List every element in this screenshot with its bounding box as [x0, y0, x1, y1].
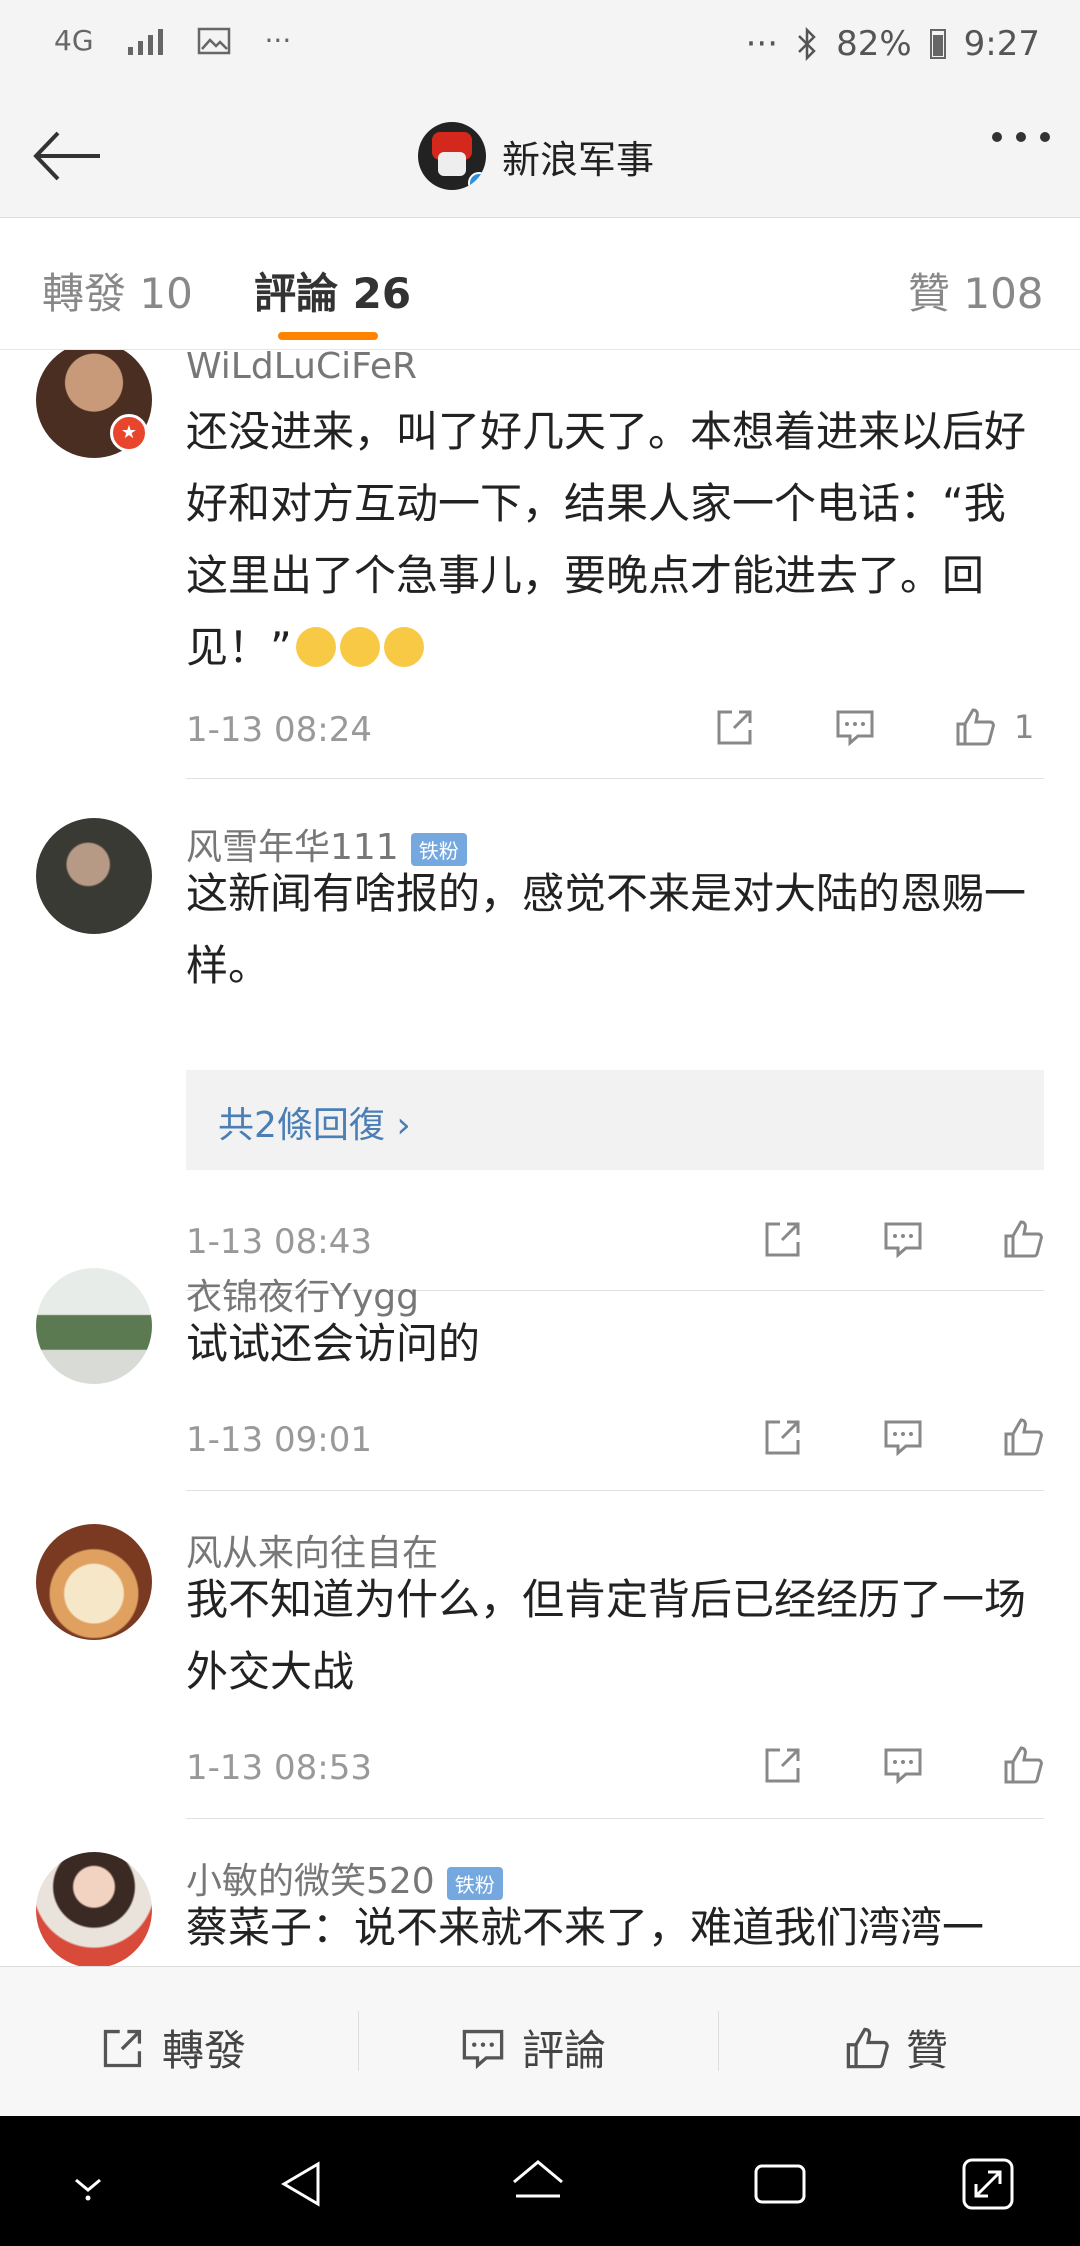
- badge-icon: ★: [110, 414, 148, 452]
- active-tab-indicator: [278, 332, 378, 340]
- like-button[interactable]: [1002, 1416, 1044, 1458]
- dot-icon: [992, 132, 1002, 142]
- triangle-back-icon: [281, 2161, 320, 2207]
- comment-text: 这新闻有啥报的，感觉不来是对大陆的恩赐一样。: [186, 869, 1027, 990]
- home-icon: [513, 2160, 563, 2198]
- arrow-left-icon: [33, 131, 100, 181]
- replies-count: 共2條回復 ›: [218, 1105, 411, 1146]
- share-icon: [765, 1748, 800, 1783]
- avatar[interactable]: [36, 1524, 152, 1640]
- image-icon: [197, 27, 230, 54]
- repost-button[interactable]: 轉發: [100, 2017, 246, 2078]
- like-button[interactable]: [1002, 1744, 1044, 1786]
- system-navigation-bar: [0, 2116, 1080, 2246]
- comment-text: 蔡菜子：说不来就不来了，难道我们湾湾一: [186, 1903, 985, 1952]
- battery-icon: [929, 29, 946, 59]
- share-button[interactable]: [762, 1744, 804, 1786]
- comment-time: 1-13 08:43: [186, 1222, 372, 1262]
- account-avatar: v: [418, 122, 486, 190]
- nav-recents-button[interactable]: [750, 2154, 810, 2214]
- nav-home-button[interactable]: [508, 2154, 568, 2214]
- thumbs-up-icon: [1004, 1746, 1043, 1784]
- tab-repost[interactable]: 轉發 10: [42, 260, 193, 321]
- share-button[interactable]: [762, 1218, 804, 1260]
- hide-keyboard-button[interactable]: [58, 2154, 118, 2214]
- comment-icon: [884, 1222, 922, 1259]
- comment-text: 我不知道为什么，但肯定背后已经经历了一场外交大战: [186, 1575, 1027, 1696]
- share-button[interactable]: [714, 706, 756, 748]
- signal-icon: [127, 27, 163, 55]
- nav-fullscreen-button[interactable]: [958, 2154, 1018, 2214]
- divider: [186, 778, 1044, 779]
- comment-icon: [884, 1748, 922, 1785]
- like-count: 1: [1014, 708, 1035, 746]
- reply-button[interactable]: [834, 706, 876, 748]
- share-button[interactable]: [762, 1416, 804, 1458]
- battery-percent: 82%: [836, 24, 912, 64]
- like-button[interactable]: 1: [954, 706, 1044, 748]
- recents-icon: [754, 2164, 806, 2204]
- tab-likes[interactable]: 贊 108: [908, 260, 1044, 321]
- more-status: ···: [745, 24, 779, 64]
- avatar[interactable]: [36, 1268, 152, 1384]
- bottom-action-bar: 轉發 評論 贊: [0, 1966, 1080, 2116]
- comment-button[interactable]: 評論: [460, 2017, 606, 2078]
- back-button[interactable]: [28, 116, 108, 196]
- like-button[interactable]: 贊: [844, 2017, 948, 2078]
- comment-text: 还没进来，叫了好几天了。本想着进来以后好好和对方互动一下，结果人家一个电话：“我…: [186, 407, 1027, 672]
- bluetooth-icon: [798, 27, 816, 61]
- eye-roll-emoji-icon: [295, 626, 336, 667]
- account-title[interactable]: v 新浪军事: [418, 116, 654, 196]
- avatar[interactable]: [36, 818, 152, 934]
- eye-roll-emoji-icon: [339, 626, 380, 667]
- thumbs-up-icon: [846, 2027, 889, 2068]
- share-icon: [765, 1420, 800, 1455]
- tab-comments[interactable]: 評論 26: [254, 260, 411, 321]
- thumbs-up-icon: [1004, 1418, 1043, 1456]
- avatar[interactable]: [36, 1852, 152, 1966]
- thumbs-up-icon: [956, 708, 995, 746]
- share-icon: [765, 1222, 800, 1257]
- comment-icon: [884, 1420, 922, 1457]
- expand-icon: [962, 2158, 1014, 2210]
- comment-text: 试试还会访问的: [186, 1319, 481, 1368]
- more-options-button[interactable]: [992, 132, 1050, 142]
- dot-icon: [1040, 132, 1050, 142]
- comment-icon: [836, 710, 874, 747]
- reply-button[interactable]: [882, 1744, 924, 1786]
- thumbs-up-icon: [1004, 1220, 1043, 1258]
- comment-icon: [462, 2029, 504, 2069]
- comment-time: 1-13 08:53: [186, 1748, 372, 1788]
- verified-icon: v: [468, 172, 486, 190]
- like-button[interactable]: [1002, 1218, 1044, 1260]
- divider: [358, 2011, 359, 2071]
- share-icon: [717, 710, 752, 745]
- top-app-bar: v 新浪军事: [0, 92, 1080, 218]
- tab-bar: 轉發 10 評論 26 贊 108: [0, 218, 1080, 350]
- page-title: 新浪军事: [502, 137, 655, 182]
- reply-button[interactable]: [882, 1218, 924, 1260]
- reply-button[interactable]: [882, 1416, 924, 1458]
- nav-back-button[interactable]: [272, 2154, 332, 2214]
- comment-time: 1-13 08:24: [186, 710, 372, 750]
- dot-icon: [1016, 132, 1026, 142]
- comment-list[interactable]: ★ WiLdLuCiFeR 还没进来，叫了好几天了。本想着进来以后好好和对方互动…: [0, 350, 1080, 1966]
- share-icon: [103, 2029, 142, 2067]
- comment-time: 1-13 09:01: [186, 1420, 372, 1460]
- divider: [718, 2011, 719, 2071]
- eye-roll-emoji-icon: [383, 626, 424, 667]
- comment-author[interactable]: WiLdLuCiFeR: [186, 350, 417, 387]
- status-bar: 4G ··· ··· 82% 9:27: [0, 0, 1080, 92]
- clock: 9:27: [963, 24, 1040, 64]
- divider: [186, 1490, 1044, 1491]
- more-notifications: ···: [264, 24, 292, 57]
- chevron-down-icon: [75, 2178, 101, 2201]
- replies-link[interactable]: 共2條回復 ›: [186, 1070, 1044, 1170]
- network-indicator: 4G: [54, 24, 94, 57]
- divider: [186, 1818, 1044, 1819]
